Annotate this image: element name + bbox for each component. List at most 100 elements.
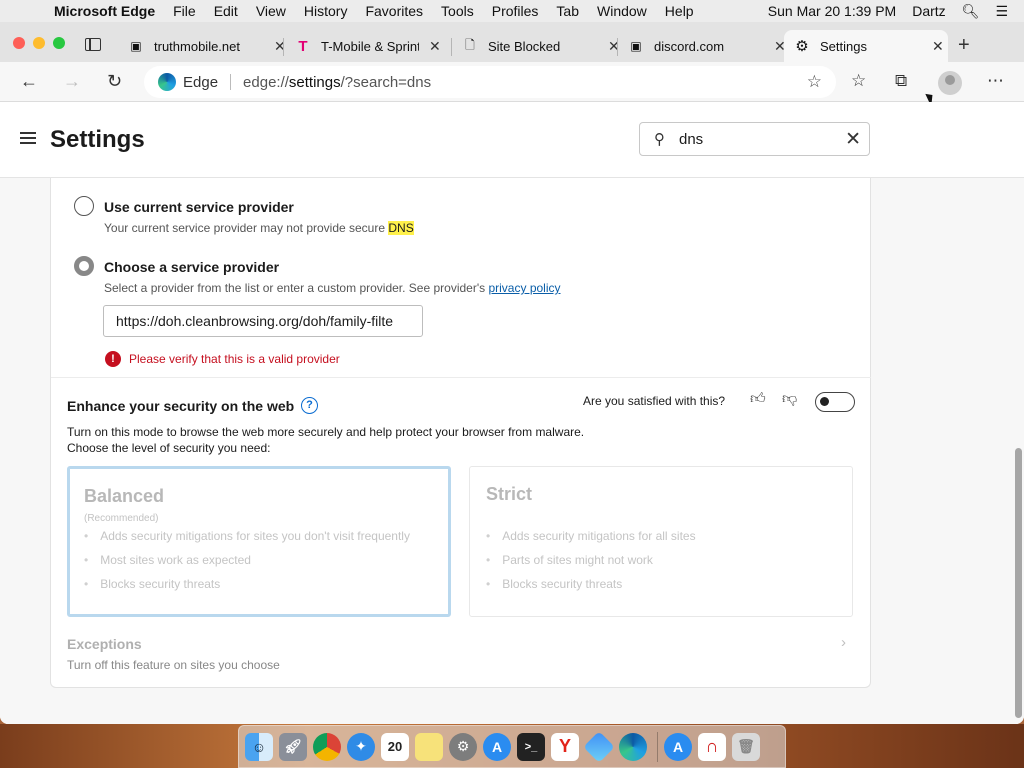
list-item: Blocks security threats xyxy=(486,577,696,601)
help-icon[interactable]: ? xyxy=(301,397,318,414)
browser-window: ▣ truthmobile.net ✕ T T-Mobile & Sprint … xyxy=(0,22,1024,724)
macos-dock: ☺ 🚀︎ ✦ 20 ⚙ A >_ Y A ∩ 🗑︎ xyxy=(238,725,786,768)
address-bar[interactable]: Edge edge://settings/?search=dns ☆ xyxy=(144,66,836,98)
yandex-icon[interactable]: Y xyxy=(551,732,579,761)
tab-tmobile[interactable]: T T-Mobile & Sprint ✕ xyxy=(295,30,441,62)
dock-separator xyxy=(657,731,658,762)
address-separator xyxy=(230,74,232,90)
system-preferences-icon[interactable]: ⚙ xyxy=(449,732,477,761)
app-store-icon[interactable]: A xyxy=(483,732,511,761)
app-store-icon[interactable]: A xyxy=(664,732,692,761)
menu-history[interactable]: History xyxy=(304,3,348,19)
balanced-recommended-tag: (Recommended) xyxy=(84,513,159,524)
tab-site-blocked[interactable]: 🗋 Site Blocked ✕ xyxy=(462,30,620,62)
page-icon: ▣ xyxy=(630,39,642,53)
menu-view[interactable]: View xyxy=(256,3,286,19)
menu-help[interactable]: Help xyxy=(665,3,694,19)
window-zoom-button[interactable] xyxy=(53,37,65,49)
profile-avatar[interactable] xyxy=(938,71,962,95)
clear-search-icon[interactable]: ✕ xyxy=(845,128,861,151)
tab-truthmobile[interactable]: ▣ truthmobile.net ✕ xyxy=(128,30,285,62)
spotlight-search-icon[interactable]: 🔍︎ xyxy=(962,3,980,20)
menu-clock[interactable]: Sun Mar 20 1:39 PM xyxy=(768,3,896,19)
control-center-icon[interactable]: ☰ xyxy=(995,3,1008,20)
menu-profiles[interactable]: Profiles xyxy=(492,3,539,19)
address-url[interactable]: edge://settings/?search=dns xyxy=(243,74,431,91)
strict-feature-list: Adds security mitigations for all sites … xyxy=(486,529,696,601)
macos-menu-bar: Microsoft Edge File Edit View History Fa… xyxy=(0,0,1024,22)
tab-title: Site Blocked xyxy=(488,38,561,54)
option-current-provider-label: Use current service provider xyxy=(104,199,294,215)
settings-card: Use current service provider Your curren… xyxy=(50,178,871,688)
list-item: Parts of sites might not work xyxy=(486,553,696,577)
tab-title: discord.com xyxy=(654,38,725,54)
tab-actions-icon[interactable] xyxy=(85,38,101,51)
settings-header: Settings ⚲ dns ✕ xyxy=(0,102,1024,178)
thumbs-up-icon[interactable]: 👍︎ xyxy=(750,390,766,408)
search-value[interactable]: dns xyxy=(679,131,703,148)
balanced-title: Balanced xyxy=(84,486,165,506)
tab-separator xyxy=(451,38,452,56)
menu-file[interactable]: File xyxy=(173,3,196,19)
edge-icon[interactable] xyxy=(619,732,647,761)
list-item: Blocks security threats xyxy=(84,577,410,601)
thumbs-down-icon[interactable]: 👎︎ xyxy=(782,390,797,408)
tab-settings[interactable]: ⚙ Settings ✕ xyxy=(784,30,948,62)
option-current-provider-desc: Your current service provider may not pr… xyxy=(104,221,414,235)
exceptions-title[interactable]: Exceptions xyxy=(67,636,142,652)
window-minimize-button[interactable] xyxy=(33,37,45,49)
strict-title: Strict xyxy=(486,484,533,504)
menu-app-name[interactable]: Microsoft Edge xyxy=(54,3,155,19)
refresh-icon[interactable]: ↻ xyxy=(107,71,122,92)
feedback-question: Are you satisfied with this? xyxy=(583,394,726,408)
tab-close-icon[interactable]: ✕ xyxy=(429,38,441,55)
terminal-icon[interactable]: >_ xyxy=(517,732,545,761)
hamburger-menu-icon[interactable] xyxy=(20,132,36,144)
calendar-icon[interactable]: 20 xyxy=(381,732,409,761)
chrome-icon[interactable] xyxy=(313,732,341,761)
option-balanced[interactable]: Balanced (Recommended) Adds security mit… xyxy=(67,466,451,617)
trash-icon[interactable]: 🗑︎ xyxy=(732,732,760,761)
page-title: Settings xyxy=(50,126,145,153)
privacy-policy-link[interactable]: privacy policy xyxy=(488,281,560,295)
window-close-button[interactable] xyxy=(13,37,25,49)
radio-choose-provider[interactable] xyxy=(74,256,94,276)
more-options-icon[interactable]: ⋯ xyxy=(987,71,1004,91)
list-item: Most sites work as expected xyxy=(84,553,410,577)
chevron-right-icon[interactable]: › xyxy=(841,634,846,651)
tab-close-icon[interactable]: ✕ xyxy=(932,38,944,55)
new-tab-button[interactable]: + xyxy=(958,34,970,57)
favorites-icon[interactable]: ☆ xyxy=(851,71,866,91)
notes-icon[interactable] xyxy=(415,732,443,761)
security-section-title: Enhance your security on the web xyxy=(67,398,295,414)
launchpad-icon[interactable]: 🚀︎ xyxy=(279,732,307,761)
settings-search-input[interactable]: ⚲ dns ✕ xyxy=(639,122,870,156)
provider-url-input[interactable]: https://doh.cleanbrowsing.org/doh/family… xyxy=(103,305,423,337)
document-icon: 🗋 xyxy=(465,37,475,52)
menu-tools[interactable]: Tools xyxy=(441,3,474,19)
menu-favorites[interactable]: Favorites xyxy=(365,3,423,19)
vertical-scrollbar[interactable] xyxy=(1015,448,1022,718)
back-arrow-icon[interactable]: ← xyxy=(20,71,38,92)
menu-tab[interactable]: Tab xyxy=(556,3,579,19)
menu-edit[interactable]: Edit xyxy=(214,3,238,19)
option-choose-provider-desc: Select a provider from the list or enter… xyxy=(104,281,561,295)
forward-arrow-icon[interactable]: → xyxy=(63,71,81,92)
collections-icon[interactable]: ⧉ xyxy=(895,71,907,91)
magnet-icon[interactable]: ∩ xyxy=(698,732,726,761)
radio-current-provider[interactable] xyxy=(74,196,94,216)
safari-icon[interactable]: ✦ xyxy=(347,732,375,761)
bluestacks-icon[interactable] xyxy=(583,730,615,763)
tmobile-icon: T xyxy=(298,37,308,55)
security-description: Turn on this mode to browse the web more… xyxy=(67,425,585,455)
menu-window[interactable]: Window xyxy=(597,3,647,19)
option-strict[interactable]: Strict Adds security mitigations for all… xyxy=(469,466,853,617)
finder-icon[interactable]: ☺ xyxy=(245,732,273,761)
security-mode-toggle[interactable] xyxy=(815,392,855,412)
provider-error-text: Please verify that this is a valid provi… xyxy=(129,352,340,366)
menu-user[interactable]: Dartz xyxy=(912,3,945,19)
tab-discord[interactable]: ▣ discord.com ✕ xyxy=(628,30,785,62)
address-edge-label: Edge xyxy=(183,73,219,91)
gear-icon: ⚙ xyxy=(795,38,809,55)
add-favorite-icon[interactable]: ☆ xyxy=(807,72,822,92)
